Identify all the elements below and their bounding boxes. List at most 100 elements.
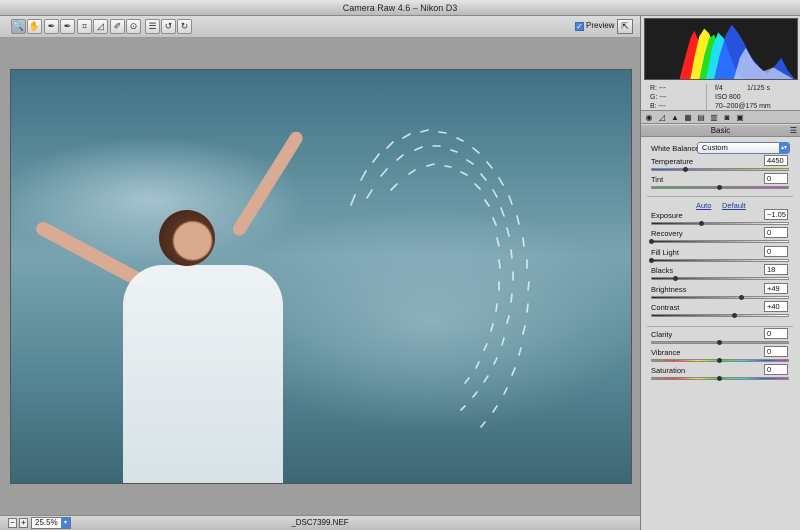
recovery-label: Recovery [651, 229, 683, 238]
recovery-slider-thumb[interactable] [649, 239, 654, 244]
tint-slider[interactable] [651, 185, 789, 190]
clarity-value-field[interactable]: 0 [764, 328, 788, 339]
contrast-label: Contrast [651, 303, 680, 312]
brightness-value-field[interactable]: +49 [764, 283, 788, 294]
saturation-label: Saturation [651, 366, 686, 375]
red-eye-icon: ⊙ [129, 21, 138, 31]
rotate-left-icon: ↺ [164, 21, 173, 31]
green-readout: G: --- [650, 94, 667, 101]
white-balance-value: Custom [702, 143, 728, 152]
preferences-button[interactable]: ☰ [145, 19, 160, 34]
color-sampler-icon: ✒ [63, 21, 72, 31]
lens-icon: ▥ [710, 113, 718, 122]
eyedropper-icon: ✒ [47, 21, 56, 31]
tab-detail[interactable]: ▲ [670, 113, 680, 123]
zoom-icon: 🔍 [12, 21, 25, 31]
clarity-label: Clarity [651, 330, 673, 339]
vibrance-label: Vibrance [651, 348, 681, 357]
white-balance-tool-button[interactable]: ✒ [44, 19, 59, 34]
divider [647, 326, 793, 327]
brightness-label: Brightness [651, 285, 687, 294]
photo-water-splash [350, 129, 530, 428]
split-toning-icon: ▤ [697, 113, 705, 122]
vibrance-slider[interactable] [651, 358, 789, 363]
clarity-slider-thumb[interactable] [717, 340, 722, 345]
panel-tab-strip: ◉ ◿ ▲ ▦ ▤ ▥ ◙ ▣ [641, 110, 800, 124]
aperture-icon: ◉ [645, 113, 653, 122]
default-link[interactable]: Default [722, 201, 746, 210]
blacks-label: Blacks [651, 266, 674, 275]
tab-basic[interactable]: ◉ [644, 113, 654, 123]
tint-slider-thumb[interactable] [717, 185, 722, 190]
brightness-slider[interactable] [651, 295, 789, 300]
retouch-tool-button[interactable]: ✐ [110, 19, 125, 34]
brightness-slider-thumb[interactable] [738, 295, 744, 300]
white-balance-select[interactable]: Custom ▴▾ [697, 142, 790, 154]
white-balance-label: White Balance: [651, 144, 702, 153]
tab-camera-calibration[interactable]: ◙ [722, 113, 732, 123]
temperature-slider[interactable] [651, 167, 789, 172]
temperature-slider-thumb[interactable] [683, 167, 688, 172]
fullscreen-icon: ⇱ [621, 21, 629, 31]
hand-icon: ✋ [28, 21, 41, 31]
exposure-value-field[interactable]: −1.05 [764, 209, 788, 220]
recovery-value-field[interactable]: 0 [764, 227, 788, 238]
tab-presets[interactable]: ▣ [735, 113, 745, 123]
clarity-slider[interactable] [651, 340, 789, 345]
saturation-slider-thumb[interactable] [717, 376, 722, 381]
panel-title: Basic [710, 126, 731, 135]
preview-checkbox[interactable]: ✓ Preview [575, 21, 614, 31]
chevron-updown-icon: ▴▾ [779, 142, 789, 154]
color-sampler-tool-button[interactable]: ✒ [60, 19, 75, 34]
preferences-icon: ☰ [148, 21, 157, 31]
window-title: Camera Raw 4.6 – Nikon D3 [0, 0, 800, 16]
photo-preview[interactable] [10, 69, 632, 484]
retouch-icon: ✐ [113, 21, 122, 31]
rotate-ccw-button[interactable]: ↺ [161, 19, 176, 34]
saturation-value-field[interactable]: 0 [764, 364, 788, 375]
temperature-label: Temperature [651, 157, 694, 166]
photo-arm-left [33, 219, 147, 289]
straighten-icon: ◿ [97, 21, 104, 31]
rotate-right-icon: ↻ [180, 21, 189, 31]
vibrance-slider-thumb[interactable] [717, 358, 722, 363]
blacks-value-field[interactable]: 18 [764, 264, 788, 275]
contrast-slider[interactable] [651, 313, 789, 318]
red-eye-tool-button[interactable]: ⊙ [126, 19, 141, 34]
tab-lens[interactable]: ▥ [709, 113, 719, 123]
tint-value-field[interactable]: 0 [764, 173, 788, 184]
temperature-value-field[interactable]: 4450 [764, 155, 788, 166]
fullscreen-button[interactable]: ⇱ [617, 19, 633, 34]
auto-link[interactable]: Auto [696, 201, 711, 210]
blacks-slider[interactable] [651, 276, 789, 281]
tab-tone-curve[interactable]: ◿ [657, 113, 667, 123]
contrast-value-field[interactable]: +40 [764, 301, 788, 312]
crop-tool-button[interactable]: ⌗ [77, 19, 92, 34]
toolbar: 🔍 ✋ ✒ ✒ ⌗ ◿ ✐ ⊙ ☰ ↺ ↻ [0, 16, 640, 38]
panel-menu-icon[interactable]: ☰ [790, 125, 797, 137]
photo-arm-right [230, 129, 306, 238]
contrast-slider-thumb[interactable] [731, 313, 737, 318]
shutter-value: 1/125 s [747, 85, 770, 92]
exposure-label: Exposure [651, 211, 683, 220]
vibrance-value-field[interactable]: 0 [764, 346, 788, 357]
divider [647, 196, 793, 197]
photo-dress [123, 265, 283, 483]
tab-split-toning[interactable]: ▤ [696, 113, 706, 123]
histogram [644, 18, 798, 80]
tab-hsl[interactable]: ▦ [683, 113, 693, 123]
saturation-slider[interactable] [651, 376, 789, 381]
fill-light-slider-thumb[interactable] [649, 258, 654, 263]
exposure-slider[interactable] [651, 221, 789, 226]
fill-light-slider[interactable] [649, 258, 789, 263]
recovery-slider[interactable] [649, 239, 789, 244]
status-bar: − + 25.5% ▾ _DSC7399.NEF [0, 515, 640, 530]
hand-tool-button[interactable]: ✋ [27, 19, 42, 34]
histogram-readout: R: --- G: --- B: --- f/4 1/125 s ISO 8007… [644, 82, 798, 111]
zoom-tool-button[interactable]: 🔍 [11, 19, 26, 34]
file-name: _DSC7399.NEF [291, 518, 349, 527]
rotate-cw-button[interactable]: ↻ [177, 19, 192, 34]
straighten-tool-button[interactable]: ◿ [93, 19, 108, 34]
presets-icon: ▣ [736, 113, 744, 122]
fill-light-value-field[interactable]: 0 [764, 246, 788, 257]
